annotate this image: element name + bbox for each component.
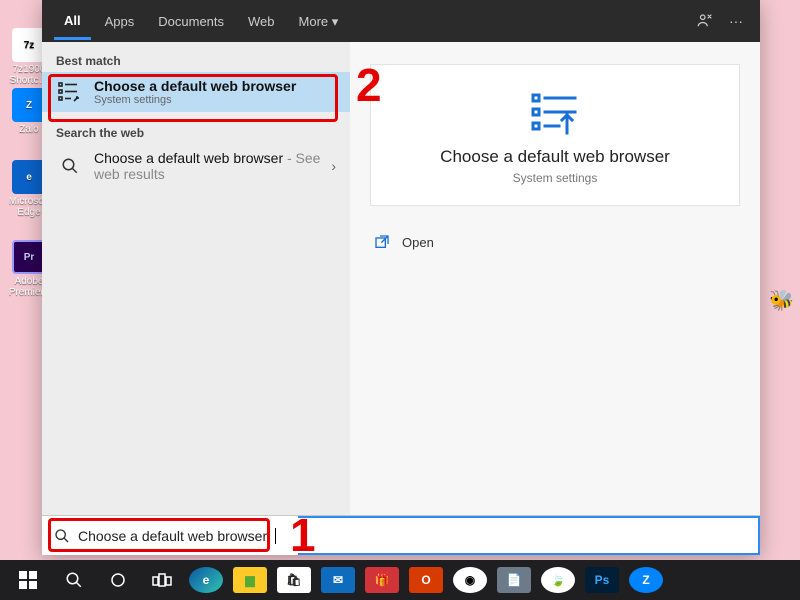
detail-pane: Choose a default web browser System sett… <box>350 42 760 515</box>
chevron-down-icon: ▾ <box>332 14 339 29</box>
decoration-bee: 🐝 <box>769 288 794 313</box>
taskbar-app-mail[interactable]: ✉ <box>318 560 358 600</box>
premiere-icon: Pr <box>12 240 46 274</box>
section-search-web: Search the web <box>42 122 350 144</box>
taskbar-app-explorer[interactable]: ▆ <box>230 560 270 600</box>
taskbar-app-coccoc[interactable]: 🍃 <box>538 560 578 600</box>
open-label: Open <box>402 235 434 250</box>
chevron-right-icon: › <box>331 158 336 174</box>
result-subtitle: System settings <box>94 94 336 106</box>
text-cursor <box>275 528 276 544</box>
search-bar: Choose a default web browser <box>42 515 760 555</box>
result-web-search[interactable]: Choose a default web browser - See web r… <box>42 144 350 188</box>
more-options-icon[interactable]: ··· <box>724 13 748 29</box>
feedback-icon[interactable] <box>696 12 720 30</box>
result-title: Choose a default web browser <box>94 150 283 166</box>
settings-list-icon <box>56 78 84 106</box>
annotation-number-2: 2 <box>356 58 382 112</box>
settings-list-icon <box>391 91 719 137</box>
search-icon <box>54 528 70 544</box>
results-list: Best match Choose a default web browser … <box>42 42 350 515</box>
taskbar-cortana-button[interactable] <box>98 560 138 600</box>
taskbar: e ▆ 🛍 ✉ 🎁 O ◉ 📄 🍃 Ps Z <box>0 560 800 600</box>
open-action[interactable]: Open <box>370 228 740 256</box>
taskbar-app-store[interactable]: 🛍 <box>274 560 314 600</box>
archive-icon: 7z <box>12 28 46 62</box>
tab-documents[interactable]: Documents <box>148 4 234 38</box>
annotation-number-1: 1 <box>290 508 316 562</box>
search-icon <box>56 152 84 180</box>
search-input-extended[interactable] <box>298 516 760 555</box>
taskbar-app-gift[interactable]: 🎁 <box>362 560 402 600</box>
section-best-match: Best match <box>42 50 350 72</box>
detail-card: Choose a default web browser System sett… <box>370 64 740 206</box>
start-search-flyout: All Apps Documents Web More ▾ ··· Best m… <box>42 0 760 555</box>
open-icon <box>374 234 392 250</box>
tab-apps[interactable]: Apps <box>95 4 145 38</box>
tab-more[interactable]: More ▾ <box>289 4 349 39</box>
result-title: Choose a default web browser <box>94 78 336 94</box>
search-input[interactable]: Choose a default web browser <box>42 528 298 544</box>
taskbar-taskview-button[interactable] <box>142 560 182 600</box>
result-best-match[interactable]: Choose a default web browser System sett… <box>42 72 350 112</box>
edge-icon: e <box>12 160 46 194</box>
taskbar-app-zalo[interactable]: Z <box>626 560 666 600</box>
start-button[interactable] <box>6 560 50 600</box>
tab-all[interactable]: All <box>54 3 91 40</box>
tab-web[interactable]: Web <box>238 4 285 38</box>
zalo-icon: Z <box>12 88 46 122</box>
search-input-value: Choose a default web browser <box>78 528 267 544</box>
taskbar-app-photoshop[interactable]: Ps <box>582 560 622 600</box>
search-tabs: All Apps Documents Web More ▾ ··· <box>42 0 760 42</box>
taskbar-app-notes[interactable]: 📄 <box>494 560 534 600</box>
taskbar-app-office[interactable]: O <box>406 560 446 600</box>
detail-title: Choose a default web browser <box>391 147 719 167</box>
taskbar-app-chrome[interactable]: ◉ <box>450 560 490 600</box>
taskbar-search-button[interactable] <box>54 560 94 600</box>
detail-subtitle: System settings <box>391 171 719 185</box>
taskbar-app-edge[interactable]: e <box>186 560 226 600</box>
